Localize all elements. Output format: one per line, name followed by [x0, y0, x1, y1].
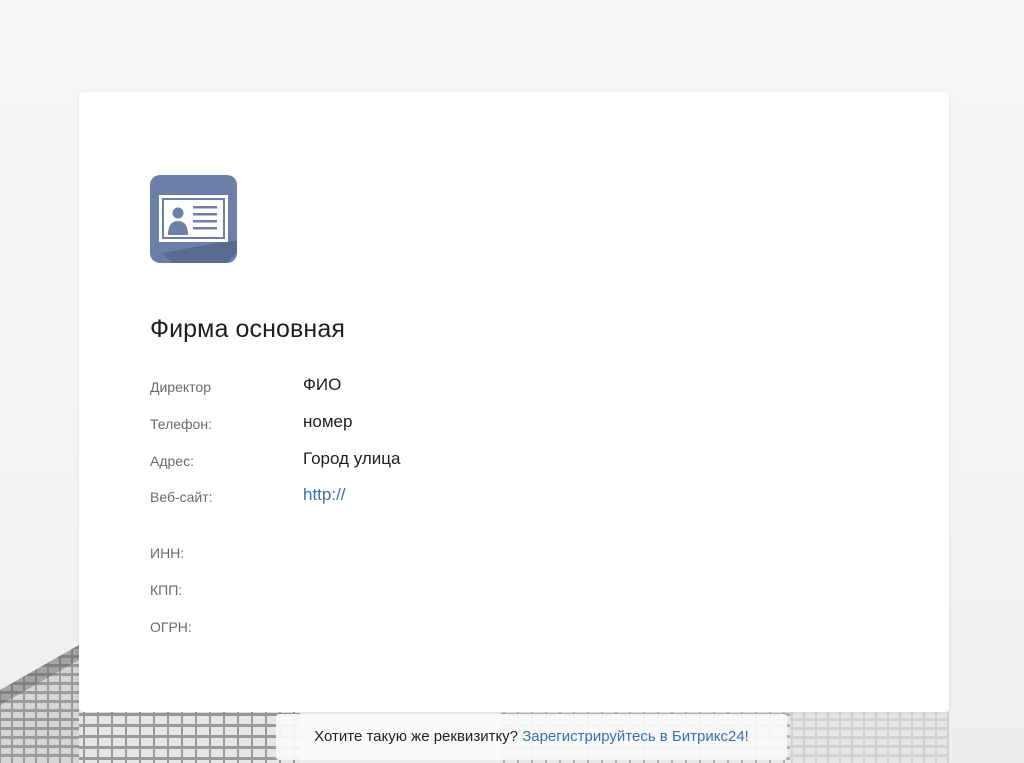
- phone-label: Телефон:: [150, 416, 212, 432]
- business-card: Фирма основная Директор ФИО Телефон: ном…: [79, 92, 949, 712]
- address-row: Адрес: Город улица: [150, 449, 850, 471]
- ogrn-label: ОГРН:: [150, 619, 192, 635]
- inn-row: ИНН:: [150, 541, 850, 563]
- phone-value: номер: [303, 412, 353, 431]
- kpp-row: КПП:: [150, 578, 850, 600]
- website-link[interactable]: http://: [303, 485, 346, 505]
- ogrn-row: ОГРН:: [150, 615, 850, 637]
- address-label: Адрес:: [150, 453, 194, 469]
- register-link[interactable]: Зарегистрируйтесь в Битрикс24!: [522, 728, 749, 745]
- address-value: Город улица: [303, 449, 401, 468]
- director-row: Директор ФИО: [150, 375, 850, 397]
- website-label: Веб-сайт:: [150, 489, 213, 505]
- kpp-label: КПП:: [150, 582, 183, 598]
- footer-promo-bar: Хотите такую же реквизитку? Зарегистриру…: [276, 714, 787, 760]
- footer-prompt: Хотите такую же реквизитку?: [314, 728, 519, 745]
- id-card-icon: [150, 175, 237, 263]
- inn-label: ИНН:: [150, 545, 185, 561]
- director-value: ФИО: [303, 375, 342, 394]
- website-row: Веб-сайт: http://: [150, 485, 850, 507]
- phone-row: Телефон: номер: [150, 412, 850, 434]
- director-label: Директор: [150, 379, 211, 395]
- company-name: Фирма основная: [150, 315, 345, 343]
